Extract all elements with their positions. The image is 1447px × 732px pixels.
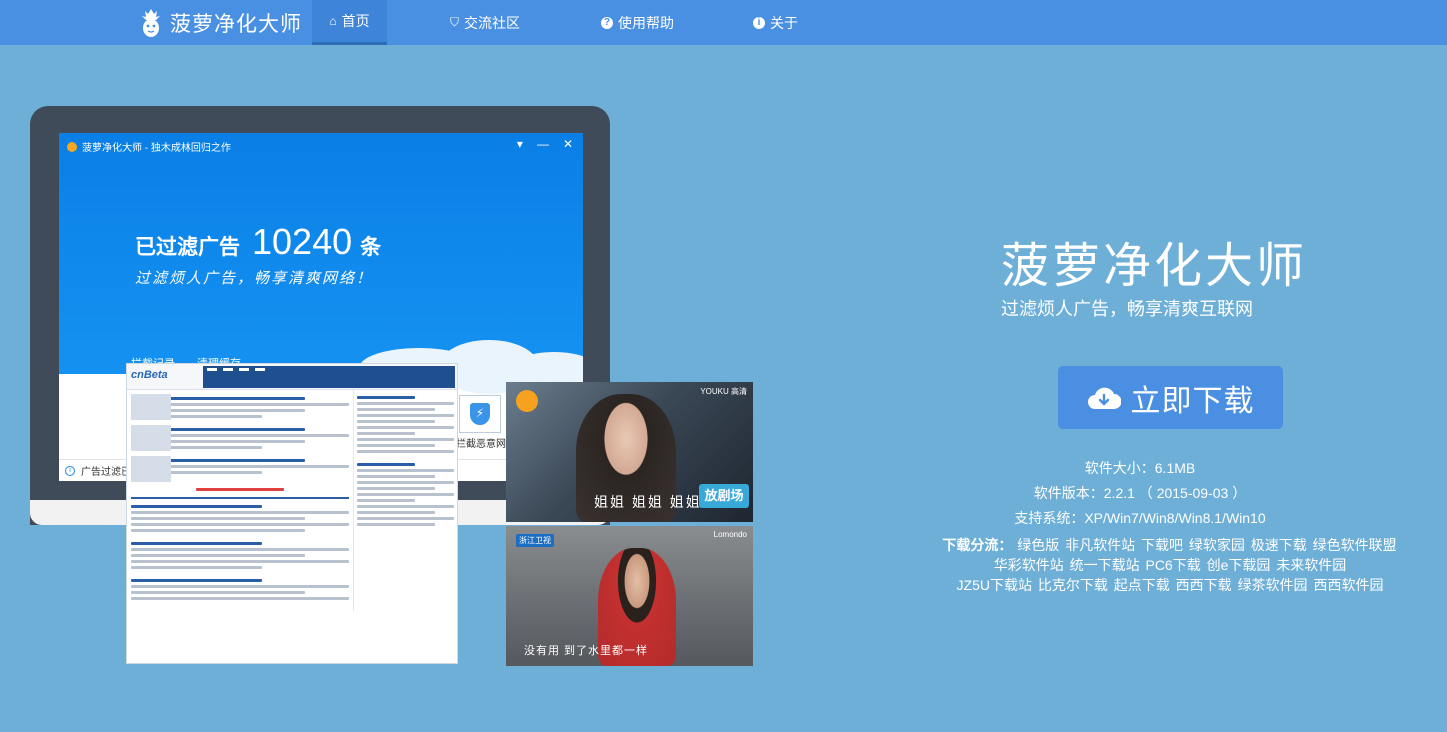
nav-help[interactable]: ? 使用帮助	[601, 0, 674, 45]
web-articles	[127, 390, 353, 611]
mirrors-line-3: JZ5U下载站 比克尔下载 起点下载 西西下载 绿茶软件园 西西软件园	[935, 575, 1405, 595]
question-icon: ?	[601, 16, 613, 29]
download-mirrors: 下载分流： 绿色版 非凡软件站 下载吧 绿软家园 极速下载 绿色软件联盟 华彩软…	[935, 535, 1405, 595]
video2-watermark: Lomondo	[713, 530, 747, 539]
window-controls: ▾ — ✕	[517, 137, 573, 151]
channel-logo-icon	[516, 390, 538, 412]
browser-screenshot: cnBeta	[126, 363, 458, 664]
video1-subtitle: 姐姐 姐姐 姐姐	[594, 494, 702, 510]
nav-community[interactable]: ⛉ 交流社区	[450, 0, 520, 45]
download-button[interactable]: 立即下载	[1058, 366, 1283, 429]
nav-community-label: 交流社区	[464, 14, 521, 31]
mirror-link[interactable]: 创e下载园	[1207, 557, 1271, 573]
bookmark-icon: ⛉	[450, 15, 460, 29]
web-body	[127, 390, 457, 611]
mirror-link[interactable]: 绿软家园	[1189, 537, 1245, 553]
software-size: 软件大小：6.1MB	[1084, 460, 1196, 476]
filtered-count: 10240	[252, 221, 353, 262]
mirror-link[interactable]: 统一下载站	[1070, 557, 1140, 573]
shield-button: ⚡	[459, 395, 501, 433]
mirror-link[interactable]: 极速下载	[1251, 537, 1307, 553]
mirror-link[interactable]: 比克尔下载	[1038, 577, 1108, 593]
video2-subtitle: 没有用 到了水里都一样	[524, 645, 649, 657]
web-nav	[203, 366, 455, 388]
filtered-count-display: 已过滤广告 10240 条	[135, 221, 381, 263]
top-nav: 菠萝净化大师 ⌂ 首页 ⛉ 交流社区 ? 使用帮助 i 关于	[0, 0, 1447, 45]
minimize-icon: —	[536, 137, 549, 151]
mirror-link[interactable]: 未来软件园	[1276, 557, 1346, 573]
close-icon: ✕	[562, 137, 573, 151]
brand-logo[interactable]: 菠萝净化大师	[140, 6, 302, 40]
video1-badge: 放剧场	[699, 484, 749, 508]
hero-subtitle: 过滤烦人广告，畅享清爽互联网	[1001, 299, 1253, 319]
app-header: 菠萝净化大师 - 独木成林回归之作 ▾ — ✕ 已过滤广告 10240 条 过滤…	[59, 133, 583, 394]
web-sidebar	[353, 390, 457, 611]
video-frame-1: YOUKU 高清 放剧场 姐姐 姐姐 姐姐	[506, 382, 753, 522]
app-logo-icon	[67, 141, 77, 152]
mirror-link[interactable]: PC6下载	[1145, 557, 1200, 573]
mirror-link[interactable]: JZ5U下载站	[957, 577, 1032, 593]
mirrors-line-1: 下载分流： 绿色版 非凡软件站 下载吧 绿软家园 极速下载 绿色软件联盟	[935, 535, 1405, 555]
app-status-text: 广告过滤已	[81, 467, 131, 478]
cloud-download-icon	[1087, 385, 1121, 411]
mirror-link[interactable]: 西西软件园	[1313, 577, 1383, 593]
nav-about-label: 关于	[770, 14, 798, 31]
mirror-link[interactable]: 下载吧	[1141, 537, 1183, 553]
mirror-link[interactable]: 非凡软件站	[1065, 537, 1135, 553]
app-titlebar: 菠萝净化大师 - 独木成林回归之作	[67, 139, 231, 154]
web-logo: cnBeta	[131, 369, 168, 381]
nav-about[interactable]: i 关于	[753, 0, 798, 45]
mirrors-label: 下载分流：	[942, 537, 1013, 553]
app-slogan: 过滤烦人广告，畅享清爽网络！	[135, 270, 374, 287]
video1-watermark: YOUKU 高清	[700, 387, 747, 396]
video-frame-2: 浙江卫视 Lomondo 没有用 到了水里都一样	[506, 526, 753, 666]
app-title: 菠萝净化大师 - 独木成林回归之作	[82, 143, 231, 154]
filtered-suffix: 条	[360, 236, 382, 259]
mirror-link[interactable]: 西西下载	[1176, 577, 1232, 593]
hero-title: 菠萝净化大师	[1001, 240, 1308, 293]
nav-help-label: 使用帮助	[618, 14, 674, 31]
lightning-shield-icon: ⚡	[470, 403, 490, 425]
supported-systems: 支持系统：XP/Win7/Win8/Win8.1/Win10	[1014, 510, 1266, 526]
video2-channel: 浙江卫视	[516, 534, 554, 547]
mirror-link[interactable]: 绿茶软件园	[1238, 577, 1308, 593]
mirror-link[interactable]: 绿色版	[1017, 537, 1059, 553]
nav-home[interactable]: ⌂ 首页	[312, 0, 387, 45]
nav-home-label: 首页	[341, 13, 370, 29]
filtered-prefix: 已过滤广告	[135, 236, 240, 259]
pineapple-icon	[142, 9, 160, 37]
mirror-link[interactable]: 绿色软件联盟	[1313, 537, 1397, 553]
mirror-link[interactable]: 华彩软件站	[994, 557, 1064, 573]
web-header: cnBeta	[127, 364, 457, 390]
info-icon: i	[753, 16, 765, 29]
menu-icon: ▾	[516, 137, 523, 151]
home-icon: ⌂	[329, 14, 337, 28]
brand-name: 菠萝净化大师	[170, 13, 302, 36]
mirrors-line-2: 华彩软件站 统一下载站 PC6下载 创e下载园 未来软件园	[935, 555, 1405, 575]
mirror-link[interactable]: 起点下载	[1114, 577, 1170, 593]
software-version: 软件版本：2.2.1 （ 2015-09-03 ）	[1033, 485, 1247, 501]
download-label: 立即下载	[1130, 384, 1255, 418]
info-icon: i	[65, 465, 75, 476]
